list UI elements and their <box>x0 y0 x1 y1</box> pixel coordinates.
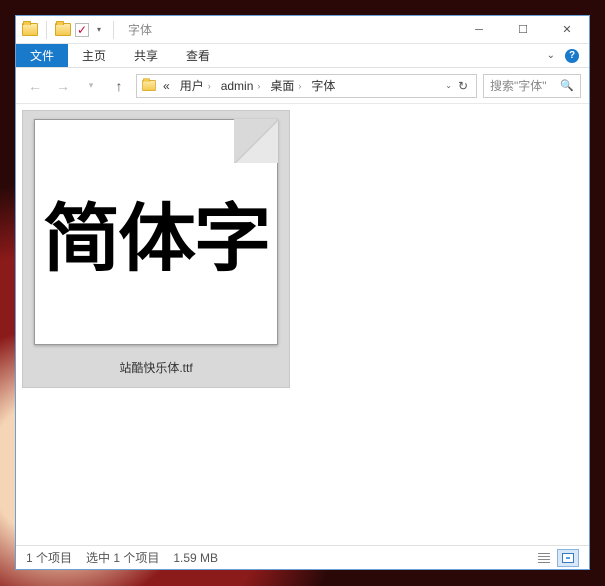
window-title: 字体 <box>128 21 152 38</box>
status-bar: 1 个项目 选中 1 个项目 1.59 MB <box>16 545 589 569</box>
qat-dropdown[interactable]: ▾ <box>93 25 105 34</box>
search-icon: 🔍 <box>560 79 574 92</box>
tab-home[interactable]: 主页 <box>68 44 120 67</box>
file-thumbnail: 简体字 <box>34 119 278 345</box>
view-details-button[interactable] <box>533 549 555 567</box>
nav-up-button[interactable]: ↑ <box>108 75 130 97</box>
qat-properties-button[interactable]: ✓ <box>75 23 89 37</box>
crumb-label: admin <box>221 79 254 93</box>
crumb-label: 字体 <box>311 77 335 94</box>
address-bar[interactable]: « 用户› admin› 桌面› 字体 ⌄ ↻ <box>136 74 477 98</box>
refresh-button[interactable]: ↻ <box>458 79 468 93</box>
file-name-label: 站酷快乐体.ttf <box>119 359 192 376</box>
titlebar: ✓ ▾ 字体 ─ ☐ ✕ <box>16 16 589 44</box>
help-button[interactable]: ? <box>565 49 579 63</box>
address-folder-icon <box>142 80 156 91</box>
explorer-window: ✓ ▾ 字体 ─ ☐ ✕ 文件 主页 共享 查看 ⌄ ? ← → ▾ ↑ « 用… <box>15 15 590 570</box>
font-preview-text: 简体字 <box>43 179 270 286</box>
crumb-admin[interactable]: admin› <box>217 79 265 93</box>
navigation-bar: ← → ▾ ↑ « 用户› admin› 桌面› 字体 ⌄ ↻ 搜索"字体" 🔍 <box>16 68 589 104</box>
app-icon <box>22 23 38 36</box>
crumb-label: 桌面 <box>270 77 294 94</box>
ribbon-expand-button[interactable]: ⌄ <box>547 50 555 61</box>
crumb-label: 用户 <box>180 77 204 94</box>
chevron-right-icon: › <box>208 81 211 91</box>
tab-share[interactable]: 共享 <box>120 44 172 67</box>
maximize-button[interactable]: ☐ <box>501 16 545 43</box>
address-dropdown[interactable]: ⌄ <box>445 81 452 90</box>
status-size: 1.59 MB <box>173 551 218 565</box>
qat-folder-icon[interactable] <box>55 23 71 36</box>
page-curl-icon <box>234 119 278 163</box>
details-view-icon <box>538 553 550 563</box>
status-selection: 选中 1 个项目 <box>86 549 159 566</box>
minimize-button[interactable]: ─ <box>457 16 501 43</box>
file-item[interactable]: 简体字 站酷快乐体.ttf <box>22 110 290 388</box>
nav-history-dropdown[interactable]: ▾ <box>80 75 102 97</box>
qat-separator-2 <box>113 21 114 39</box>
status-item-count: 1 个项目 <box>26 549 72 566</box>
nav-forward-button[interactable]: → <box>52 75 74 97</box>
file-list-pane[interactable]: 简体字 站酷快乐体.ttf <box>16 104 589 545</box>
ribbon-tabs: 文件 主页 共享 查看 ⌄ ? <box>16 44 589 68</box>
qat-separator <box>46 21 47 39</box>
view-tiles-button[interactable] <box>557 549 579 567</box>
crumb-prefix: « <box>159 79 174 93</box>
chevron-right-icon: › <box>298 81 301 91</box>
tab-file[interactable]: 文件 <box>16 44 68 67</box>
tiles-view-icon <box>562 553 574 563</box>
crumb-users[interactable]: 用户 › <box>176 77 215 94</box>
search-placeholder: 搜索"字体" <box>490 77 556 94</box>
chevron-right-icon: › <box>257 81 260 91</box>
crumb-desktop[interactable]: 桌面 › <box>266 77 305 94</box>
crumb-fonts[interactable]: 字体 <box>307 77 339 94</box>
nav-back-button[interactable]: ← <box>24 75 46 97</box>
search-input[interactable]: 搜索"字体" 🔍 <box>483 74 581 98</box>
tab-view[interactable]: 查看 <box>172 44 224 67</box>
close-button[interactable]: ✕ <box>545 16 589 43</box>
